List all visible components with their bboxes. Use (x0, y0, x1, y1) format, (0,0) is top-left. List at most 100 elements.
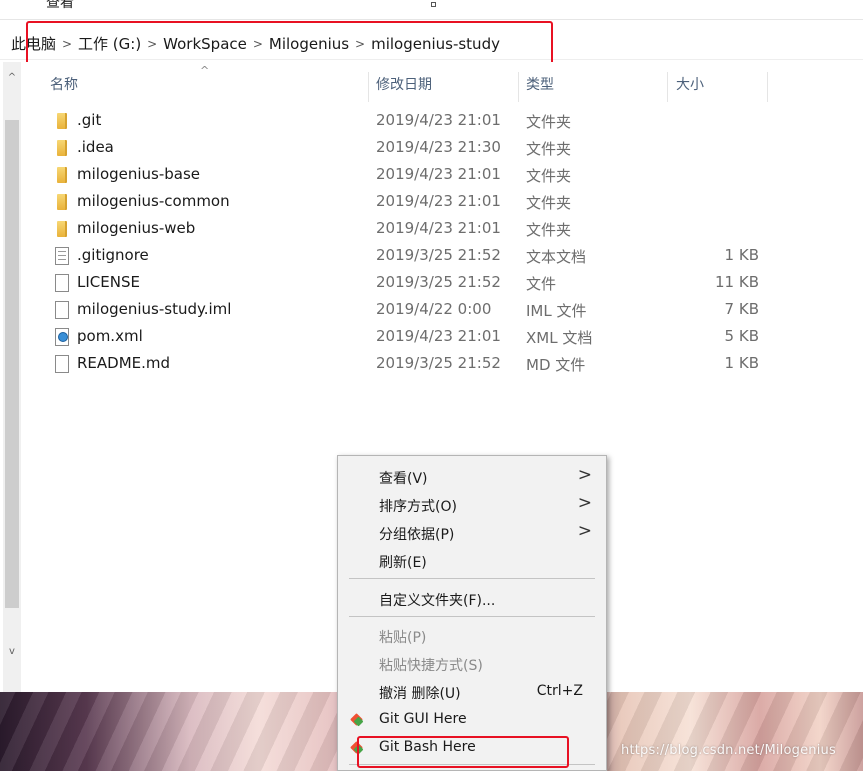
menu-item-paste[interactable]: 粘贴(P) (338, 622, 606, 650)
file-row-milogenius-web[interactable]: milogenius-web 2019/4/23 21:01 文件夹 (0, 216, 863, 243)
file-icon (55, 274, 69, 292)
watermark-text: https://blog.csdn.net/Milogenius (621, 743, 836, 758)
menu-item-paste-shortcut[interactable]: 粘贴快捷方式(S) (338, 650, 606, 678)
view-menu-label[interactable]: 查看 (46, 0, 74, 12)
scroll-up-icon[interactable]: ^ (3, 72, 21, 83)
column-divider[interactable] (667, 72, 668, 102)
file-row-idea[interactable]: .idea 2019/4/23 21:30 文件夹 (0, 135, 863, 162)
file-size: 11 KB (715, 273, 759, 291)
file-row-gitignore[interactable]: .gitignore 2019/3/25 21:52 文本文档 1 KB (0, 243, 863, 270)
text-file-icon (55, 247, 69, 265)
file-date: 2019/4/23 21:01 (376, 111, 501, 129)
file-type: 文件夹 (526, 194, 572, 212)
file-rows: .git 2019/4/23 21:01 文件夹 .idea 2019/4/23… (0, 108, 863, 378)
file-row-milogenius-base[interactable]: milogenius-base 2019/4/23 21:01 文件夹 (0, 162, 863, 189)
file-size: 1 KB (724, 354, 759, 372)
file-type: 文件夹 (526, 167, 572, 185)
file-row-pom-xml[interactable]: pom.xml 2019/4/23 21:01 XML 文档 5 KB (0, 324, 863, 351)
folder-icon (57, 194, 67, 210)
file-name: .git (77, 111, 102, 129)
file-date: 2019/4/23 21:01 (376, 219, 501, 237)
menu-item-refresh[interactable]: 刷新(E) (338, 547, 606, 575)
file-type: 文件夹 (526, 140, 572, 158)
breadcrumb-milogenius-study[interactable]: milogenius-study (371, 35, 500, 53)
file-size: 1 KB (724, 246, 759, 264)
file-name: milogenius-common (77, 192, 230, 210)
menu-item-label: 粘贴快捷方式(S) (379, 658, 483, 674)
breadcrumb-milogenius[interactable]: Milogenius (269, 35, 349, 53)
file-row-git[interactable]: .git 2019/4/23 21:01 文件夹 (0, 108, 863, 135)
file-name: milogenius-study.iml (77, 300, 232, 318)
menu-item-view[interactable]: 查看(V) > (338, 463, 606, 491)
chevron-right-icon[interactable]: > (349, 37, 371, 51)
file-date: 2019/3/25 21:52 (376, 246, 501, 264)
submenu-arrow-icon: > (577, 521, 592, 541)
git-icon (350, 713, 364, 727)
file-date: 2019/4/23 21:30 (376, 138, 501, 156)
menu-separator (349, 578, 595, 579)
context-menu: 查看(V) > 排序方式(O) > 分组依据(P) > 刷新(E) 自定义文件夹… (337, 455, 607, 771)
file-name: .gitignore (77, 246, 149, 264)
breadcrumb-drive-g[interactable]: 工作 (G:) (78, 33, 141, 54)
file-name: milogenius-base (77, 165, 201, 183)
file-name: milogenius-web (77, 219, 196, 237)
file-date: 2019/4/23 21:01 (376, 192, 501, 210)
file-row-readme[interactable]: README.md 2019/3/25 21:52 MD 文件 1 KB (0, 351, 863, 378)
folder-icon (57, 113, 67, 129)
folder-icon (57, 140, 67, 156)
chevron-right-icon[interactable]: > (141, 37, 163, 51)
keyboard-shortcut: Ctrl+Z (536, 683, 583, 699)
file-row-license[interactable]: LICENSE 2019/3/25 21:52 文件 11 KB (0, 270, 863, 297)
selection-handle-top (431, 2, 436, 7)
file-name: .idea (77, 138, 114, 156)
file-size: 5 KB (724, 327, 759, 345)
breadcrumb: 此电脑 > 工作 (G:) > WorkSpace > Milogenius >… (11, 33, 500, 54)
menu-item-label: 分组依据(P) (379, 527, 455, 543)
column-header-row: ^ 名称 修改日期 类型 大小 (22, 64, 768, 102)
folder-icon (57, 167, 67, 183)
menu-item-group-by[interactable]: 分组依据(P) > (338, 519, 606, 547)
file-type: 文本文档 (526, 248, 587, 266)
file-size: 7 KB (724, 300, 759, 318)
menu-item-label: 排序方式(O) (379, 499, 457, 515)
chevron-right-icon[interactable]: > (56, 37, 78, 51)
file-type: MD 文件 (526, 356, 586, 374)
column-name-header[interactable]: 名称 (50, 74, 78, 94)
menu-item-label: 自定义文件夹(F)... (379, 593, 496, 609)
file-row-milogenius-study-iml[interactable]: milogenius-study.iml 2019/4/22 0:00 IML … (0, 297, 863, 324)
file-row-milogenius-common[interactable]: milogenius-common 2019/4/23 21:01 文件夹 (0, 189, 863, 216)
file-type: 文件夹 (526, 221, 572, 239)
file-type: 文件夹 (526, 113, 572, 131)
menu-item-sort-by[interactable]: 排序方式(O) > (338, 491, 606, 519)
column-type-header[interactable]: 类型 (526, 74, 554, 94)
address-bar[interactable]: 此电脑 > 工作 (G:) > WorkSpace > Milogenius >… (0, 28, 863, 60)
breadcrumb-this-pc[interactable]: 此电脑 (11, 33, 56, 54)
scroll-down-icon[interactable]: v (3, 646, 21, 657)
submenu-arrow-icon: > (577, 465, 592, 485)
column-divider[interactable] (767, 72, 768, 102)
menu-item-undo-delete[interactable]: 撤消 删除(U) Ctrl+Z (338, 678, 606, 706)
menu-item-customize-folder[interactable]: 自定义文件夹(F)... (338, 585, 606, 613)
file-date: 2019/3/25 21:52 (376, 354, 501, 372)
file-type: XML 文档 (526, 329, 593, 347)
xml-file-icon (55, 328, 69, 346)
file-type: IML 文件 (526, 302, 587, 320)
file-name: pom.xml (77, 327, 143, 345)
file-type: 文件 (526, 275, 557, 293)
menu-item-label: 撤消 删除(U) (379, 686, 461, 702)
file-icon (55, 355, 69, 373)
column-size-header[interactable]: 大小 (676, 74, 704, 94)
menu-separator (349, 764, 595, 765)
column-divider[interactable] (518, 72, 519, 102)
menu-item-label: 查看(V) (379, 471, 428, 487)
chevron-right-icon[interactable]: > (247, 37, 269, 51)
menu-item-git-gui-here[interactable]: Git GUI Here (338, 706, 606, 734)
breadcrumb-workspace[interactable]: WorkSpace (163, 35, 247, 53)
file-date: 2019/4/23 21:01 (376, 327, 501, 345)
menu-item-label: Git GUI Here (379, 711, 467, 727)
column-divider[interactable] (368, 72, 369, 102)
file-name: LICENSE (77, 273, 140, 291)
menu-item-git-bash-here[interactable]: Git Bash Here (338, 734, 606, 762)
column-date-header[interactable]: 修改日期 (376, 74, 432, 94)
file-date: 2019/4/22 0:00 (376, 300, 492, 318)
